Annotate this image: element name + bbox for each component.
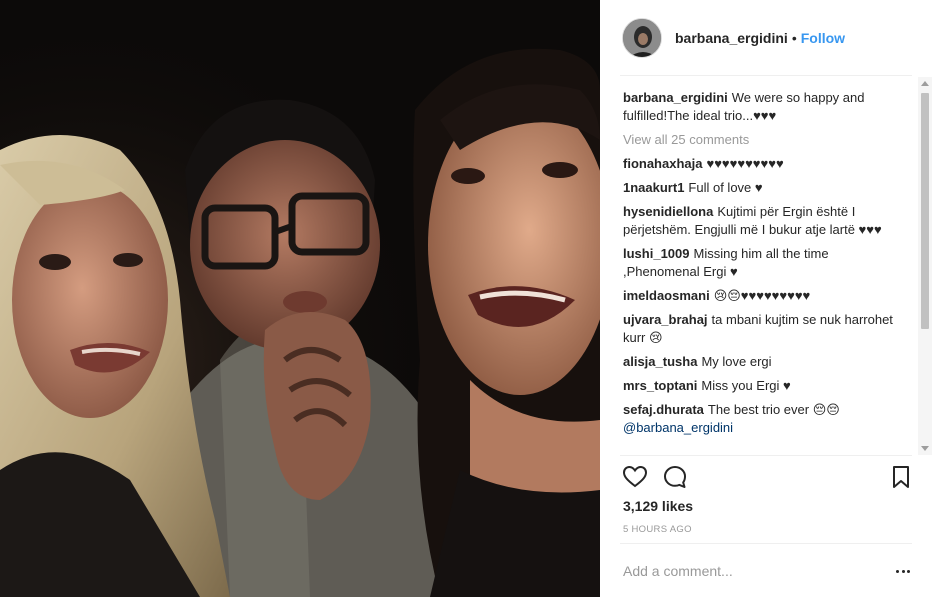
- comment-username[interactable]: imeldaosmani: [623, 288, 710, 303]
- scroll-up-arrow-icon[interactable]: [921, 81, 929, 86]
- scroll-thumb[interactable]: [921, 93, 929, 329]
- comment-username[interactable]: alisja_tusha: [623, 354, 697, 369]
- comment-username[interactable]: 1naakurt1: [623, 180, 684, 195]
- comment-row: alisja_tusha My love ergi: [623, 353, 908, 371]
- comment-text: ♥♥♥♥♥♥♥♥♥♥: [706, 156, 784, 171]
- photo-illustration: [0, 0, 600, 597]
- comment-row: hysenidiellona Kujtimi për Ergin është I …: [623, 203, 908, 239]
- add-comment-input[interactable]: [623, 560, 863, 582]
- avatar-image: [623, 19, 661, 57]
- comment-text: Miss you Ergi ♥: [701, 378, 791, 393]
- comment-text: The best trio ever 😔😔: [707, 402, 840, 417]
- post-actions: [622, 464, 912, 494]
- caption-username[interactable]: barbana_ergidini: [623, 90, 728, 105]
- post-timestamp: 5 HOURS AGO: [623, 524, 692, 535]
- mention-link[interactable]: @barbana_ergidini: [623, 420, 733, 435]
- comment-username[interactable]: mrs_toptani: [623, 378, 697, 393]
- comment-username[interactable]: fionahaxhaja: [623, 156, 702, 171]
- comment-box-divider: [620, 543, 912, 544]
- likes-count[interactable]: 3,129 likes: [623, 498, 693, 514]
- comment-row: lushi_1009 Missing him all the time ,Phen…: [623, 245, 908, 281]
- comment-bubble-icon[interactable]: [662, 464, 688, 490]
- comment-row: 1naakurt1 Full of love ♥: [623, 179, 908, 197]
- author-username[interactable]: barbana_ergidini: [675, 30, 788, 46]
- comment-username[interactable]: ujvara_brahaj: [623, 312, 708, 327]
- comments-scrollbar[interactable]: [918, 77, 932, 455]
- comment-username[interactable]: lushi_1009: [623, 246, 690, 261]
- heart-icon[interactable]: [622, 464, 648, 490]
- avatar[interactable]: [622, 18, 662, 58]
- comment-username[interactable]: sefaj.dhurata: [623, 402, 704, 417]
- comment-text: 😢😔♥♥♥♥♥♥♥♥♥: [713, 288, 811, 303]
- caption: barbana_ergidini We were so happy and ful…: [623, 89, 908, 125]
- bookmark-icon[interactable]: [888, 464, 914, 490]
- post-details-panel: barbana_ergidini • Follow barbana_ergidi…: [600, 0, 932, 597]
- comment-username[interactable]: hysenidiellona: [623, 204, 713, 219]
- header-divider: [620, 75, 912, 76]
- more-options-icon[interactable]: [894, 564, 912, 578]
- post-header: barbana_ergidini • Follow: [600, 0, 932, 76]
- comment-row: sefaj.dhurata The best trio ever 😔😔 @barb…: [623, 401, 908, 437]
- follow-button[interactable]: Follow: [801, 30, 845, 46]
- comment-text: My love ergi: [701, 354, 772, 369]
- comment-row: mrs_toptani Miss you Ergi ♥: [623, 377, 908, 395]
- separator-dot: •: [791, 30, 797, 46]
- actions-divider: [620, 455, 912, 456]
- comment-text: Full of love ♥: [688, 180, 763, 195]
- scroll-down-arrow-icon[interactable]: [921, 446, 929, 451]
- view-all-comments-link[interactable]: View all 25 comments: [623, 131, 908, 149]
- comment-row: fionahaxhaja ♥♥♥♥♥♥♥♥♥♥: [623, 155, 908, 173]
- comment-row: imeldaosmani 😢😔♥♥♥♥♥♥♥♥♥: [623, 287, 908, 305]
- post-photo: [0, 0, 600, 597]
- comments-list[interactable]: barbana_ergidini We were so happy and ful…: [600, 77, 932, 455]
- comment-row: ujvara_brahaj ta mbani kujtim se nuk harr…: [623, 311, 908, 347]
